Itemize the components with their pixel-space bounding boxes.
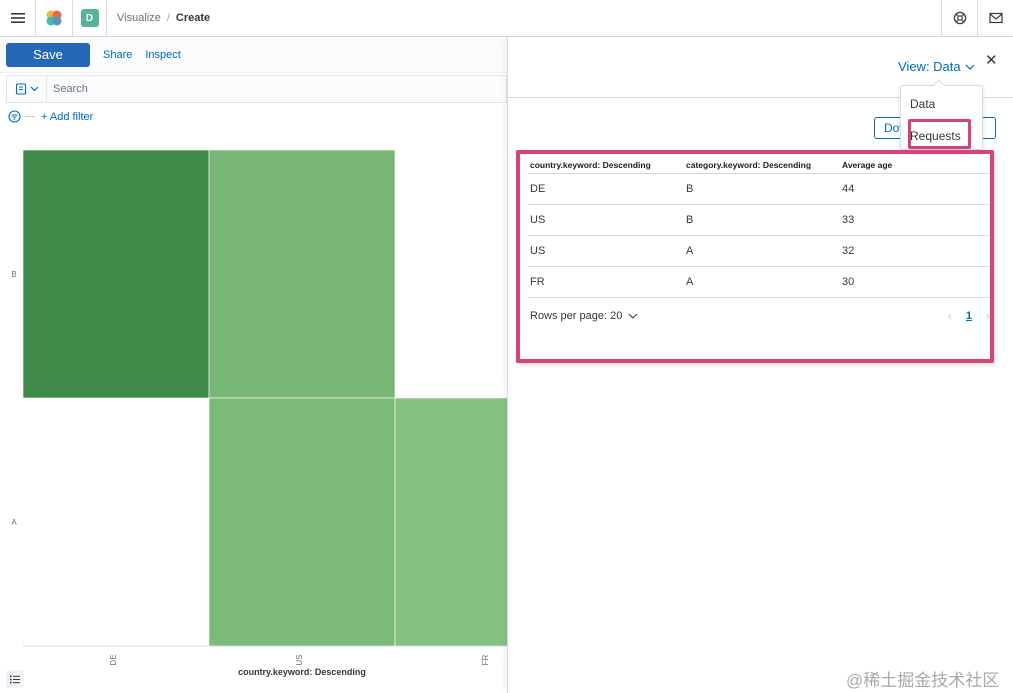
hamburger-icon [10,13,25,23]
view-chooser-button[interactable]: View: Data [898,59,975,74]
column-header[interactable]: Average age [840,160,990,170]
filter-divider [25,116,35,117]
view-chooser-label: View: Data [898,59,961,74]
rows-per-page-label: Rows per page: 20 [530,310,623,322]
table-pagination: Rows per page: 20 ‹ 1 › [530,309,990,323]
x-tick-label: US [295,654,304,665]
table-cell: 32 [842,245,855,257]
next-page-icon[interactable]: › [986,309,990,323]
data-table-highlight: country.keyword: Descending category.key… [516,150,994,363]
inspect-link[interactable]: Inspect [145,49,180,61]
column-header[interactable]: country.keyword: Descending [528,160,684,170]
list-icon [10,675,20,683]
mail-icon [988,12,1003,24]
table-row: US B 33 [528,205,990,236]
heatmap-cell [208,397,396,647]
inspector-flyout: View: Data ✕ Download CSV Data Requests … [507,37,1013,693]
heatmap-cell [22,149,210,399]
legend-toggle-button[interactable] [6,670,24,688]
x-tick-label: FR [481,654,490,665]
data-table: country.keyword: Descending category.key… [528,157,990,298]
space-selector[interactable]: D [73,0,107,37]
table-cell: DE [530,183,546,195]
query-language-button[interactable] [7,76,47,102]
table-cell: A [686,276,694,288]
breadcrumb: Visualize / Create [107,12,941,24]
table-cell: 33 [842,214,855,226]
chevron-down-icon [30,86,38,92]
breadcrumb-visualize[interactable]: Visualize [117,12,161,24]
x-tick-label: DE [109,654,118,665]
view-option-data[interactable]: Data [910,97,935,111]
filter-bar: + Add filter [8,110,93,123]
query-bar: Search [6,75,507,103]
close-icon: ✕ [985,52,998,69]
y-tick-label: A [11,518,17,527]
filter-options-icon[interactable] [8,110,21,123]
home-logo[interactable] [36,0,73,37]
top-nav: D Visualize / Create [0,0,1013,37]
table-cell: A [686,245,694,257]
close-button[interactable]: ✕ [985,51,998,69]
table-row: US A 32 [528,236,990,267]
heatmap-cell [394,397,507,647]
space-avatar: D [80,9,99,27]
heatmap-svg: B A DE US FR country.keyword: Descending [11,149,507,677]
menu-button[interactable] [0,0,36,37]
heatmap-chart: B A DE US FR country.keyword: Descending [0,137,507,693]
saved-query-icon [15,83,26,95]
help-button[interactable] [941,0,977,37]
y-tick-label: B [11,270,16,279]
x-axis-title: country.keyword: Descending [238,667,366,677]
page-controls: ‹ 1 › [948,309,990,323]
chevron-down-icon [628,313,638,319]
help-icon [953,11,966,25]
watermark-text: @稀土掘金技术社区 [846,671,1000,690]
newsfeed-button[interactable] [977,0,1013,37]
top-menu: Save Share Inspect [0,37,507,73]
table-row: FR A 30 [528,267,990,298]
table-header: country.keyword: Descending category.key… [528,157,990,174]
table-cell: FR [530,276,545,288]
previous-page-icon[interactable]: ‹ [948,309,952,323]
table-cell: B [686,183,694,195]
page-number-button[interactable]: 1 [966,310,972,322]
visualization-panel: Save Share Inspect Search + Add filter B… [0,37,507,693]
heatmap-cell [208,149,396,399]
table-cell: 30 [842,276,855,288]
table-cell: 44 [842,183,855,195]
column-header[interactable]: category.keyword: Descending [684,160,840,170]
rows-per-page-button[interactable]: Rows per page: 20 [530,310,638,322]
requests-highlight [908,119,971,149]
search-input[interactable]: Search [47,83,88,95]
breadcrumb-separator: / [166,12,170,24]
table-cell: B [686,214,694,226]
table-row: DE B 44 [528,174,990,205]
elastic-logo-icon [46,10,62,26]
chevron-down-icon [965,64,975,70]
table-cell: US [530,245,546,257]
add-filter-link[interactable]: + Add filter [41,111,93,123]
save-button[interactable]: Save [6,42,90,67]
table-cell: US [530,214,546,226]
share-link[interactable]: Share [103,49,132,61]
breadcrumb-create: Create [175,12,211,24]
